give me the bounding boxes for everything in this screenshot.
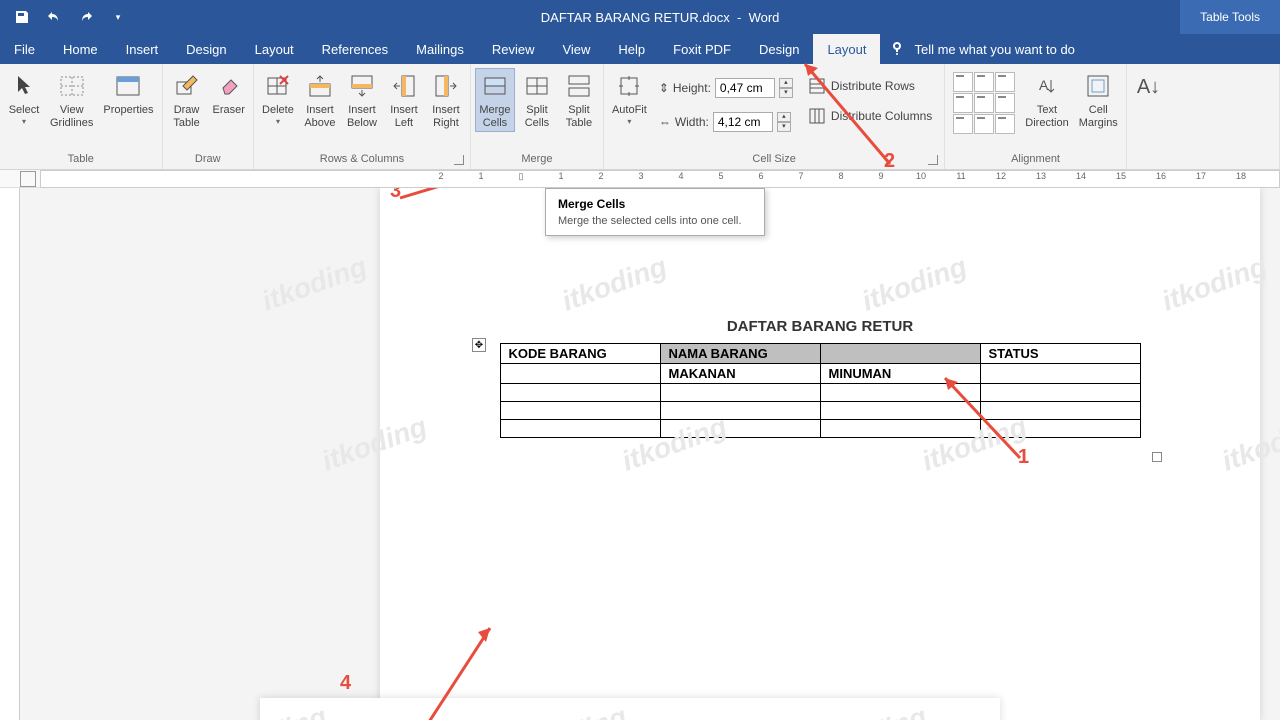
table-1[interactable]: KODE BARANG NAMA BARANG STATUS MAKANANMI… xyxy=(500,343,1141,438)
width-up[interactable]: ▴ xyxy=(777,112,791,122)
ribbon: Select▾ View Gridlines Properties Table … xyxy=(0,64,1280,170)
draw-table-button[interactable]: Draw Table xyxy=(167,68,207,132)
align-middle-left[interactable] xyxy=(953,93,973,113)
height-icon: ⇕ xyxy=(659,81,669,95)
sort-icon[interactable]: A↓ xyxy=(1137,68,1160,107)
table1-cell-minuman: MINUMAN xyxy=(820,364,980,384)
group-rows-columns-label: Rows & Columns xyxy=(258,151,466,167)
tab-table-design[interactable]: Design xyxy=(745,34,813,64)
table1-header-nama: NAMA BARANG xyxy=(660,344,820,364)
insert-below-button[interactable]: Insert Below xyxy=(342,68,382,132)
annotation-3: 3 xyxy=(390,188,401,203)
tell-me-search[interactable]: Tell me what you want to do xyxy=(880,41,1084,57)
eraser-button[interactable]: Eraser xyxy=(209,68,249,119)
tab-file[interactable]: File xyxy=(0,34,49,64)
annotation-1: 1 xyxy=(1018,446,1029,469)
align-middle-center[interactable] xyxy=(974,93,994,113)
tab-insert[interactable]: Insert xyxy=(112,34,173,64)
insert-left-button[interactable]: Insert Left xyxy=(384,68,424,132)
horizontal-ruler[interactable]: 21▯123456789101112131415161718 xyxy=(40,170,1280,188)
tab-foxit[interactable]: Foxit PDF xyxy=(659,34,745,64)
delete-button[interactable]: Delete▾ xyxy=(258,68,298,128)
select-button[interactable]: Select▾ xyxy=(4,68,44,128)
table1-header-empty xyxy=(820,344,980,364)
tab-table-layout[interactable]: Layout xyxy=(813,34,880,64)
align-top-right[interactable] xyxy=(995,72,1015,92)
merge-cells-tooltip: Merge Cells Merge the selected cells int… xyxy=(545,188,765,236)
align-top-center[interactable] xyxy=(974,72,994,92)
tab-mailings[interactable]: Mailings xyxy=(402,34,478,64)
document-page: itkoding itkoding itkoding itkoding itko… xyxy=(380,188,1260,720)
table-tools-label: Table Tools xyxy=(1180,0,1280,34)
width-label: Width: xyxy=(675,115,709,129)
view-gridlines-button[interactable]: View Gridlines xyxy=(46,68,97,132)
table1-header-kode: KODE BARANG xyxy=(500,344,660,364)
insert-above-button[interactable]: Insert Above xyxy=(300,68,340,132)
text-direction-button[interactable]: AText Direction xyxy=(1021,68,1072,132)
qat-customize[interactable]: ▾ xyxy=(104,3,132,31)
table-move-handle[interactable]: ✥ xyxy=(472,338,486,352)
group-table-label: Table xyxy=(4,151,158,167)
align-bottom-left[interactable] xyxy=(953,114,973,134)
split-cells-button[interactable]: Split Cells xyxy=(517,68,557,132)
table1-header-status: STATUS xyxy=(980,344,1140,364)
svg-text:A: A xyxy=(1039,77,1049,93)
align-middle-right[interactable] xyxy=(995,93,1015,113)
cell-margins-button[interactable]: Cell Margins xyxy=(1075,68,1122,132)
align-bottom-center[interactable] xyxy=(974,114,994,134)
save-button[interactable] xyxy=(8,3,36,31)
document-page-2: itkoding itkoding itkoding ✥ DAFTAR BARA… xyxy=(260,698,1000,720)
group-merge-label: Merge xyxy=(475,151,599,167)
properties-button[interactable]: Properties xyxy=(99,68,157,119)
tab-home[interactable]: Home xyxy=(49,34,112,64)
annotation-4: 4 xyxy=(340,672,351,695)
tab-view[interactable]: View xyxy=(548,34,604,64)
window-title: DAFTAR BARANG RETUR.docx - Word xyxy=(140,10,1180,25)
height-up[interactable]: ▴ xyxy=(779,78,793,88)
tab-review[interactable]: Review xyxy=(478,34,549,64)
redo-button[interactable] xyxy=(72,3,100,31)
table1-cell-makanan: MAKANAN xyxy=(660,364,820,384)
ruler-corner[interactable] xyxy=(20,171,36,187)
height-down[interactable]: ▾ xyxy=(779,88,793,98)
align-top-left[interactable] xyxy=(953,72,973,92)
autofit-button[interactable]: AutoFit▾ xyxy=(608,68,651,128)
split-table-button[interactable]: Split Table xyxy=(559,68,599,132)
width-icon: ⇔ xyxy=(659,115,671,129)
tab-help[interactable]: Help xyxy=(604,34,659,64)
distribute-rows-button[interactable]: Distribute Rows xyxy=(801,74,940,98)
alignment-grid xyxy=(953,72,1015,134)
align-bottom-right[interactable] xyxy=(995,114,1015,134)
rows-columns-launcher[interactable] xyxy=(454,155,464,165)
tab-references[interactable]: References xyxy=(308,34,402,64)
distribute-columns-button[interactable]: Distribute Columns xyxy=(801,104,940,128)
table1-resize-handle[interactable] xyxy=(1152,452,1162,462)
doc-title-1: DAFTAR BARANG RETUR xyxy=(380,318,1260,335)
width-input[interactable] xyxy=(713,112,773,132)
merge-cells-button[interactable]: Merge Cells xyxy=(475,68,515,132)
cellsize-launcher[interactable] xyxy=(928,155,938,165)
vertical-ruler[interactable] xyxy=(0,188,20,720)
width-down[interactable]: ▾ xyxy=(777,122,791,132)
group-draw-label: Draw xyxy=(167,151,249,167)
undo-button[interactable] xyxy=(40,3,68,31)
height-label: Height: xyxy=(673,81,711,95)
tab-design[interactable]: Design xyxy=(172,34,240,64)
height-input[interactable] xyxy=(715,78,775,98)
annotation-2: 2 xyxy=(884,150,895,173)
group-alignment-label: Alignment xyxy=(949,151,1122,167)
tab-layout[interactable]: Layout xyxy=(241,34,308,64)
insert-right-button[interactable]: Insert Right xyxy=(426,68,466,132)
